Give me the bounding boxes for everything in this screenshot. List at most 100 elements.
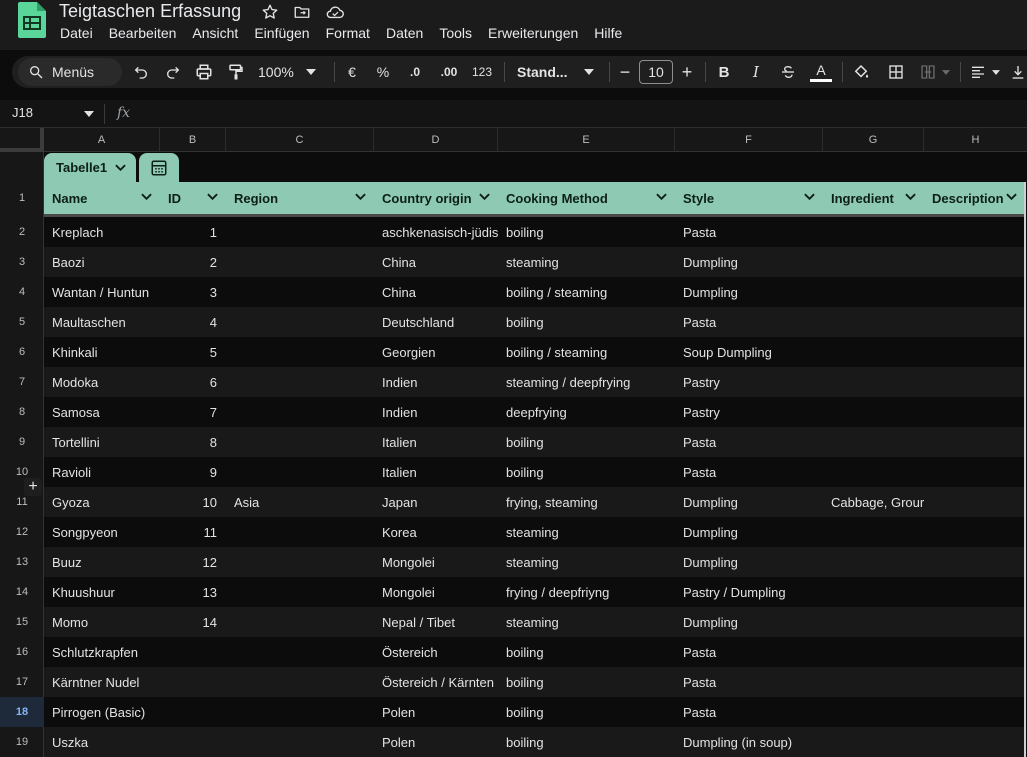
cell-ingredient[interactable] — [823, 217, 924, 247]
cell-region[interactable] — [226, 637, 374, 667]
column-header-c[interactable]: C — [226, 128, 374, 152]
cell-cooking-method[interactable]: frying, steaming — [498, 487, 675, 517]
cell-ingredient[interactable] — [823, 397, 924, 427]
increase-font-size-button[interactable]: + — [678, 56, 696, 88]
cell-description[interactable] — [924, 667, 1025, 697]
menu-daten[interactable]: Daten — [386, 25, 423, 41]
table-header-style[interactable]: Style — [675, 182, 823, 214]
cell-name[interactable]: Samosa — [44, 397, 160, 427]
row-header-4[interactable]: 4 — [0, 277, 44, 307]
cell-cooking-method[interactable]: steaming — [498, 517, 675, 547]
cell-cooking-method[interactable]: steaming — [498, 607, 675, 637]
cell-region[interactable] — [226, 547, 374, 577]
cell-id[interactable] — [160, 697, 226, 727]
cell-id[interactable]: 10 — [160, 487, 226, 517]
cell-cooking-method[interactable]: frying / deepfriyng — [498, 577, 675, 607]
text-color-button[interactable]: A — [809, 56, 833, 88]
cell-cooking-method[interactable]: boiling / steaming — [498, 337, 675, 367]
menu-datei[interactable]: Datei — [60, 25, 93, 41]
cell-cooking-method[interactable]: boiling — [498, 217, 675, 247]
cell-description[interactable] — [924, 457, 1025, 487]
cell-name[interactable]: Kreplach — [44, 217, 160, 247]
redo-icon[interactable] — [162, 56, 184, 88]
chevron-down-icon[interactable] — [1006, 193, 1017, 200]
cell-style[interactable]: Pasta — [675, 217, 823, 247]
cell-style[interactable]: Pastry — [675, 367, 823, 397]
chevron-down-icon[interactable] — [656, 193, 667, 200]
cell-country-origin[interactable]: Polen — [374, 697, 498, 727]
star-icon[interactable] — [261, 3, 279, 21]
cell-id[interactable]: 12 — [160, 547, 226, 577]
cell-cooking-method[interactable]: boiling — [498, 667, 675, 697]
row-header-9[interactable]: 9 — [0, 427, 44, 457]
italic-button[interactable]: I — [746, 56, 766, 88]
cell-description[interactable] — [924, 727, 1025, 757]
cell-id[interactable]: 13 — [160, 577, 226, 607]
cell-country-origin[interactable]: Mongolei — [374, 547, 498, 577]
column-header-h[interactable]: H — [924, 128, 1027, 152]
cell-description[interactable] — [924, 547, 1025, 577]
font-size-input[interactable]: 10 — [639, 60, 673, 84]
cell-country-origin[interactable]: China — [374, 247, 498, 277]
cell-description[interactable] — [924, 487, 1025, 517]
cell-cooking-method[interactable]: boiling — [498, 427, 675, 457]
table-header-country-origin[interactable]: Country origin — [374, 182, 498, 214]
cell-ingredient[interactable] — [823, 727, 924, 757]
cell-ingredient[interactable] — [823, 247, 924, 277]
cell-style[interactable]: Pasta — [675, 667, 823, 697]
row-header-15[interactable]: 15 — [0, 607, 44, 637]
cell-description[interactable] — [924, 697, 1025, 727]
cell-description[interactable] — [924, 367, 1025, 397]
number-format-button[interactable]: 123 — [470, 56, 494, 88]
cell-name[interactable]: Uszka — [44, 727, 160, 757]
cell-region[interactable] — [226, 367, 374, 397]
menu-hilfe[interactable]: Hilfe — [594, 25, 622, 41]
menu-einfuegen[interactable]: Einfügen — [254, 25, 309, 41]
cell-cooking-method[interactable]: steaming — [498, 547, 675, 577]
cell-name[interactable]: Khinkali — [44, 337, 160, 367]
fill-color-icon[interactable] — [850, 56, 872, 88]
cell-region[interactable] — [226, 517, 374, 547]
cell-ingredient[interactable] — [823, 337, 924, 367]
cell-id[interactable] — [160, 667, 226, 697]
chevron-down-icon[interactable] — [207, 193, 218, 200]
row-header-7[interactable]: 7 — [0, 367, 44, 397]
row-header-12[interactable]: 12 — [0, 517, 44, 547]
cell-cooking-method[interactable]: boiling — [498, 697, 675, 727]
cell-country-origin[interactable]: Korea — [374, 517, 498, 547]
column-header-e[interactable]: E — [498, 128, 675, 152]
cell-description[interactable] — [924, 637, 1025, 667]
cell-style[interactable]: Pasta — [675, 307, 823, 337]
cell-style[interactable]: Pastry — [675, 397, 823, 427]
cell-name[interactable]: Tortellini — [44, 427, 160, 457]
column-header-b[interactable]: B — [160, 128, 226, 152]
cell-ingredient[interactable] — [823, 307, 924, 337]
cell-id[interactable]: 9 — [160, 457, 226, 487]
cell-region[interactable] — [226, 697, 374, 727]
cell-id[interactable]: 6 — [160, 367, 226, 397]
cell-region[interactable] — [226, 457, 374, 487]
vertical-align-icon[interactable] — [1009, 56, 1027, 88]
percent-format-button[interactable]: % — [373, 56, 393, 88]
cell-cooking-method[interactable]: boiling — [498, 457, 675, 487]
row-header-16[interactable]: 16 — [0, 637, 44, 667]
table-header-ingredient[interactable]: Ingredient — [823, 182, 924, 214]
cell-id[interactable]: 8 — [160, 427, 226, 457]
cell-ingredient[interactable]: Cabbage, Grour — [823, 487, 924, 517]
table-header-description[interactable]: Description — [924, 182, 1025, 214]
cell-name[interactable]: Momo — [44, 607, 160, 637]
cell-description[interactable] — [924, 517, 1025, 547]
cell-description[interactable] — [924, 307, 1025, 337]
menu-erweiterungen[interactable]: Erweiterungen — [488, 25, 578, 41]
cell-ingredient[interactable] — [823, 367, 924, 397]
cell-cooking-method[interactable]: boiling — [498, 637, 675, 667]
cell-ingredient[interactable] — [823, 607, 924, 637]
table-header-id[interactable]: ID — [160, 182, 226, 214]
cell-cooking-method[interactable]: deepfrying — [498, 397, 675, 427]
table-name-chip[interactable]: Tabelle1 — [44, 153, 136, 182]
merge-cells-icon[interactable] — [918, 56, 952, 88]
row-header-2[interactable]: 2 — [0, 217, 44, 247]
cell-id[interactable]: 11 — [160, 517, 226, 547]
horizontal-align-icon[interactable] — [968, 56, 1002, 88]
paint-format-icon[interactable] — [225, 56, 247, 88]
